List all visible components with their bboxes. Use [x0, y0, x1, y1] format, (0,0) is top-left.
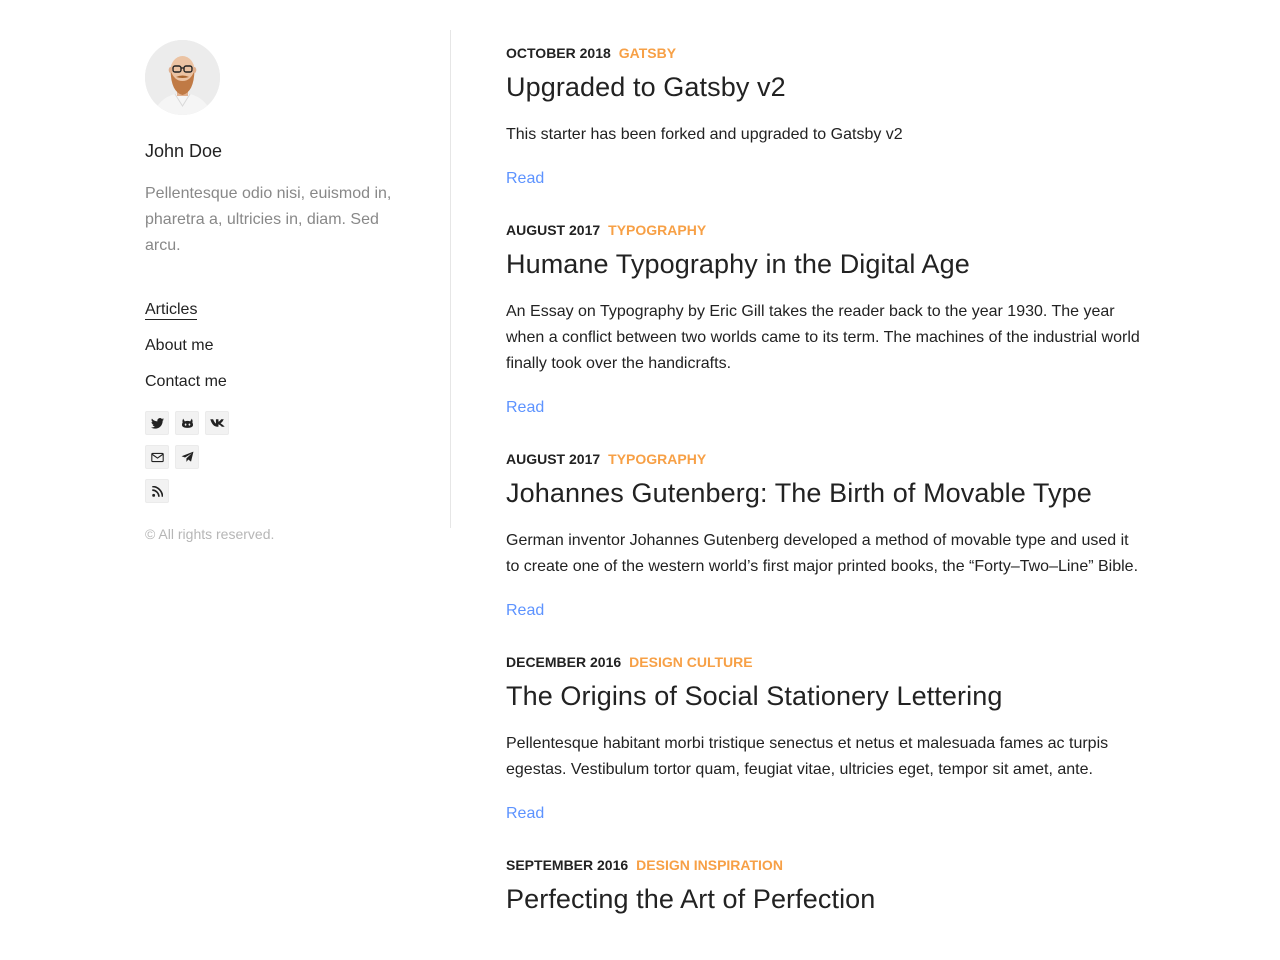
- post-meta: SEPTEMBER 2016 DESIGN INSPIRATION: [506, 856, 1146, 874]
- sidebar-divider: [450, 30, 451, 528]
- contacts-row: [145, 479, 405, 503]
- post-date: SEPTEMBER 2016: [506, 857, 629, 873]
- vk-button[interactable]: [205, 411, 229, 435]
- author-photo: [145, 40, 220, 115]
- menu-link-contact[interactable]: Contact me: [145, 373, 227, 390]
- post-item: AUGUST 2017 TYPOGRAPHY Humane Typography …: [506, 221, 1146, 419]
- avatar[interactable]: [145, 40, 220, 115]
- post-date: DECEMBER 2016: [506, 654, 622, 670]
- email-icon: [150, 452, 164, 462]
- read-link[interactable]: Read: [506, 803, 544, 825]
- read-link[interactable]: Read: [506, 168, 544, 190]
- post-meta: OCTOBER 2018 GATSBY: [506, 44, 1146, 62]
- github-button[interactable]: [175, 411, 199, 435]
- post-title-link[interactable]: Upgraded to Gatsby v2: [506, 72, 786, 102]
- sidebar-menu: Articles About me Contact me: [145, 299, 405, 393]
- contacts: [145, 411, 405, 503]
- post-meta: AUGUST 2017 TYPOGRAPHY: [506, 221, 1146, 239]
- post-item: SEPTEMBER 2016 DESIGN INSPIRATION Perfect…: [506, 856, 1146, 916]
- post-item: DECEMBER 2016 DESIGN CULTURE The Origins …: [506, 653, 1146, 825]
- post-title-link[interactable]: Johannes Gutenberg: The Birth of Movable…: [506, 478, 1092, 508]
- post-item: OCTOBER 2018 GATSBY Upgraded to Gatsby v2…: [506, 44, 1146, 190]
- author-name[interactable]: John Doe: [145, 139, 405, 163]
- post-title: Perfecting the Art of Perfection: [506, 882, 1146, 916]
- post-description: German inventor Johannes Gutenberg devel…: [506, 532, 1139, 575]
- vk-icon: [209, 419, 225, 427]
- post-feed: OCTOBER 2018 GATSBY Upgraded to Gatsby v2…: [506, 44, 1146, 947]
- author-bio: Pellentesque odio nisi, euismod in, phar…: [145, 185, 392, 254]
- post-category-link[interactable]: TYPOGRAPHY: [608, 222, 706, 238]
- post-meta: DECEMBER 2016 DESIGN CULTURE: [506, 653, 1146, 671]
- post-title: Humane Typography in the Digital Age: [506, 247, 1146, 281]
- post-meta: AUGUST 2017 TYPOGRAPHY: [506, 450, 1146, 468]
- menu-link-about[interactable]: About me: [145, 337, 213, 354]
- email-button[interactable]: [145, 445, 169, 469]
- read-link[interactable]: Read: [506, 397, 544, 419]
- post-date: AUGUST 2017: [506, 222, 601, 238]
- telegram-button[interactable]: [175, 445, 199, 469]
- post-date: AUGUST 2017: [506, 451, 601, 467]
- twitter-icon: [150, 417, 164, 429]
- menu-link-articles[interactable]: Articles: [145, 301, 198, 320]
- post-category-link[interactable]: GATSBY: [619, 45, 676, 61]
- sidebar: John Doe Pellentesque odio nisi, euismod…: [145, 40, 405, 543]
- post-description: An Essay on Typography by Eric Gill take…: [506, 303, 1140, 372]
- page: John Doe Pellentesque odio nisi, euismod…: [0, 0, 1280, 960]
- contacts-row: [145, 445, 405, 469]
- menu-item-contact: Contact me: [145, 371, 405, 393]
- post-title: The Origins of Social Stationery Letteri…: [506, 679, 1146, 713]
- contacts-row: [145, 411, 405, 435]
- telegram-icon: [181, 451, 193, 462]
- post-title-link[interactable]: Humane Typography in the Digital Age: [506, 249, 970, 279]
- post-category-link[interactable]: DESIGN CULTURE: [629, 654, 752, 670]
- read-link[interactable]: Read: [506, 600, 544, 622]
- post-title: Upgraded to Gatsby v2: [506, 70, 1146, 104]
- menu-item-about: About me: [145, 335, 405, 357]
- rss-button[interactable]: [145, 479, 169, 503]
- menu-item-articles: Articles: [145, 299, 405, 321]
- copyright: © All rights reserved.: [145, 526, 275, 542]
- post-category-link[interactable]: TYPOGRAPHY: [608, 451, 706, 467]
- post-item: AUGUST 2017 TYPOGRAPHY Johannes Gutenberg…: [506, 450, 1146, 622]
- post-description: This starter has been forked and upgrade…: [506, 126, 903, 143]
- post-category-link[interactable]: DESIGN INSPIRATION: [636, 857, 783, 873]
- post-description: Pellentesque habitant morbi tristique se…: [506, 735, 1109, 778]
- twitter-button[interactable]: [145, 411, 169, 435]
- post-date: OCTOBER 2018: [506, 45, 611, 61]
- github-icon: [181, 418, 193, 428]
- rss-icon: [151, 485, 163, 497]
- post-title-link[interactable]: Perfecting the Art of Perfection: [506, 884, 875, 914]
- post-title-link[interactable]: The Origins of Social Stationery Letteri…: [506, 681, 1002, 711]
- post-title: Johannes Gutenberg: The Birth of Movable…: [506, 476, 1146, 510]
